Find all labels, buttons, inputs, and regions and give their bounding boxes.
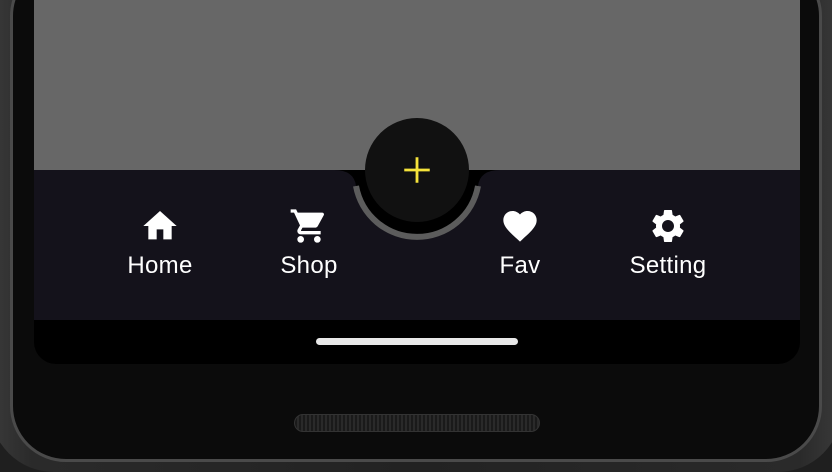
- gear-icon: [652, 210, 684, 242]
- add-fab-button[interactable]: [365, 118, 469, 222]
- nav-item-fav-label: Fav: [499, 252, 541, 279]
- home-icon: [143, 211, 177, 240]
- home-indicator[interactable]: [316, 338, 518, 345]
- nav-item-home-label: Home: [127, 252, 193, 279]
- heart-icon: [503, 211, 537, 242]
- nav-item-shop[interactable]: Shop: [249, 206, 369, 286]
- cart-icon: [290, 209, 325, 243]
- nav-item-shop-label: Shop: [280, 252, 338, 279]
- nav-item-home[interactable]: Home: [100, 206, 220, 286]
- phone-screen: Home Shop Fav Setting: [34, 0, 800, 364]
- nav-item-fav[interactable]: Fav: [460, 206, 580, 286]
- phone-device: Home Shop Fav Setting: [0, 0, 832, 472]
- nav-item-setting-label: Setting: [629, 252, 707, 279]
- plus-icon: [404, 157, 430, 183]
- nav-item-setting[interactable]: Setting: [608, 206, 728, 286]
- speaker-grille: [294, 414, 540, 432]
